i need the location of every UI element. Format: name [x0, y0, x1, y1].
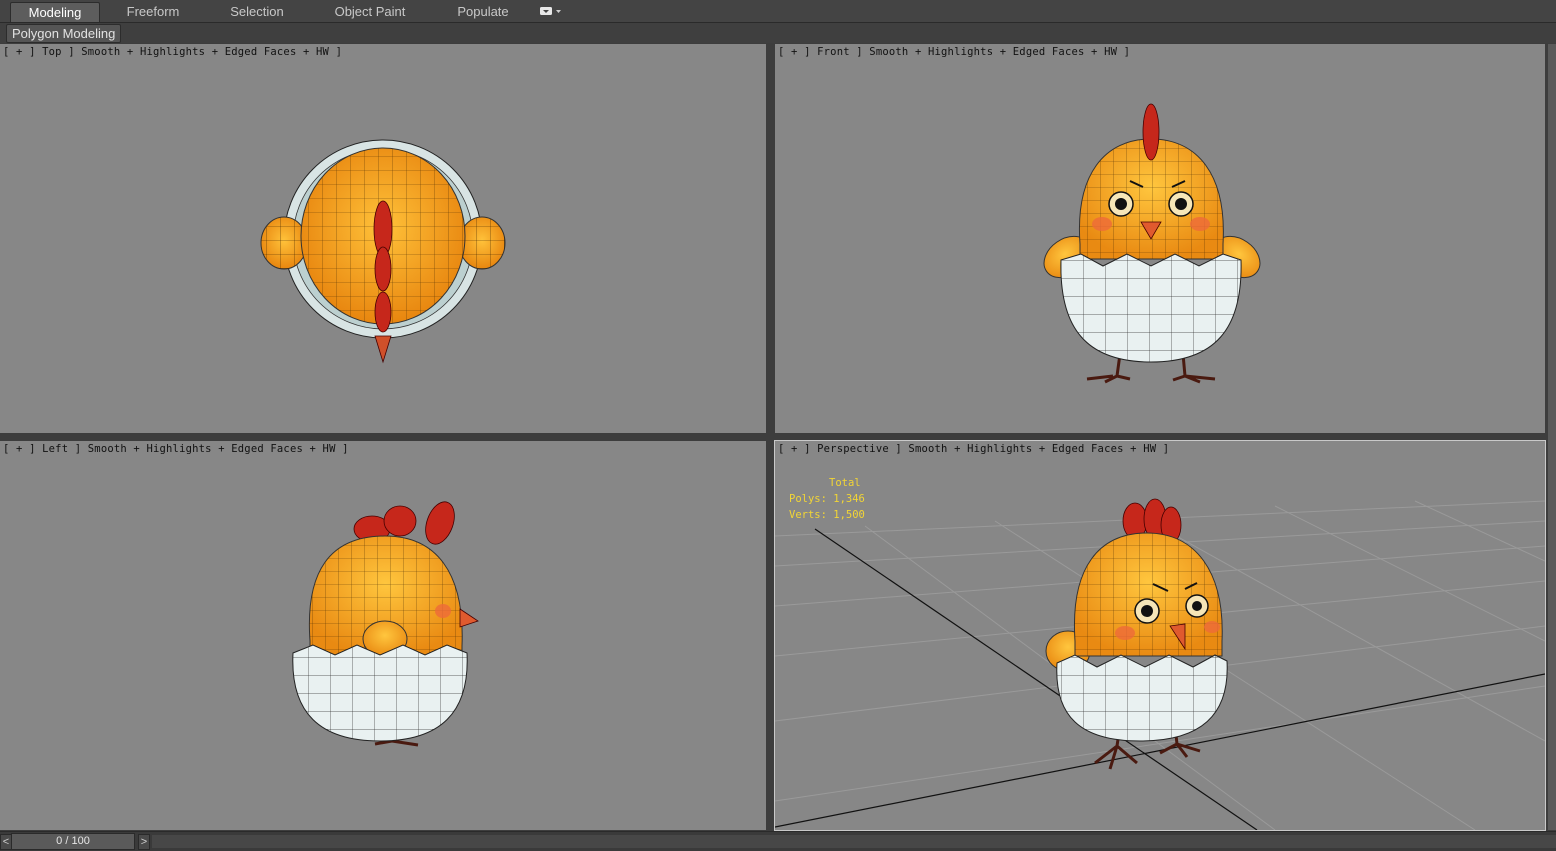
tab-modeling[interactable]: Modeling	[10, 2, 100, 22]
scene-statistics: Total Polys: 1,346 Verts: 1,500	[789, 475, 865, 523]
tab-freeform[interactable]: Freeform	[108, 2, 198, 21]
chick-front-view	[1043, 103, 1261, 384]
stats-title: Total	[829, 477, 861, 489]
stats-polys: Polys: 1,346	[789, 493, 865, 505]
chick-perspective-view	[775, 498, 1545, 830]
time-slider[interactable]: 0 / 100	[11, 833, 135, 850]
timeline-track[interactable]	[152, 835, 1556, 848]
viewport-label-front[interactable]: [ + ] Front ] Smooth + Highlights + Edge…	[778, 46, 1130, 58]
polygon-modeling-panel[interactable]: Polygon Modeling	[6, 24, 122, 43]
viewport-label-left[interactable]: [ + ] Left ] Smooth + Highlights + Edged…	[3, 443, 349, 455]
viewport-front[interactable]: [ + ] Front ] Smooth + Highlights + Edge…	[775, 44, 1545, 433]
ribbon-options-icon[interactable]	[538, 5, 564, 18]
tab-selection[interactable]: Selection	[212, 2, 302, 21]
viewport-perspective[interactable]: [ + ] Perspective ] Smooth + Highlights …	[774, 440, 1546, 831]
viewport-left[interactable]: [ + ] Left ] Smooth + Highlights + Edged…	[0, 441, 766, 830]
ribbon-tab-bar: Modeling Freeform Selection Object Paint…	[0, 0, 1556, 23]
next-frame-button[interactable]: >	[138, 834, 150, 850]
viewport-label-top[interactable]: [ + ] Top ] Smooth + Highlights + Edged …	[3, 46, 342, 58]
tab-populate[interactable]: Populate	[440, 2, 526, 21]
chick-top-view	[260, 139, 506, 364]
viewport-label-perspective[interactable]: [ + ] Perspective ] Smooth + Highlights …	[778, 443, 1169, 455]
command-panel-edge	[1548, 44, 1556, 830]
chick-left-view	[292, 501, 479, 747]
time-slider-bar: < 0 / 100 >	[0, 831, 1556, 851]
ribbon-panel-bar: Polygon Modeling	[0, 23, 1556, 43]
tab-object-paint[interactable]: Object Paint	[322, 2, 418, 21]
stats-verts: Verts: 1,500	[789, 509, 865, 521]
viewport-top[interactable]: [ + ] Top ] Smooth + Highlights + Edged …	[0, 44, 766, 433]
